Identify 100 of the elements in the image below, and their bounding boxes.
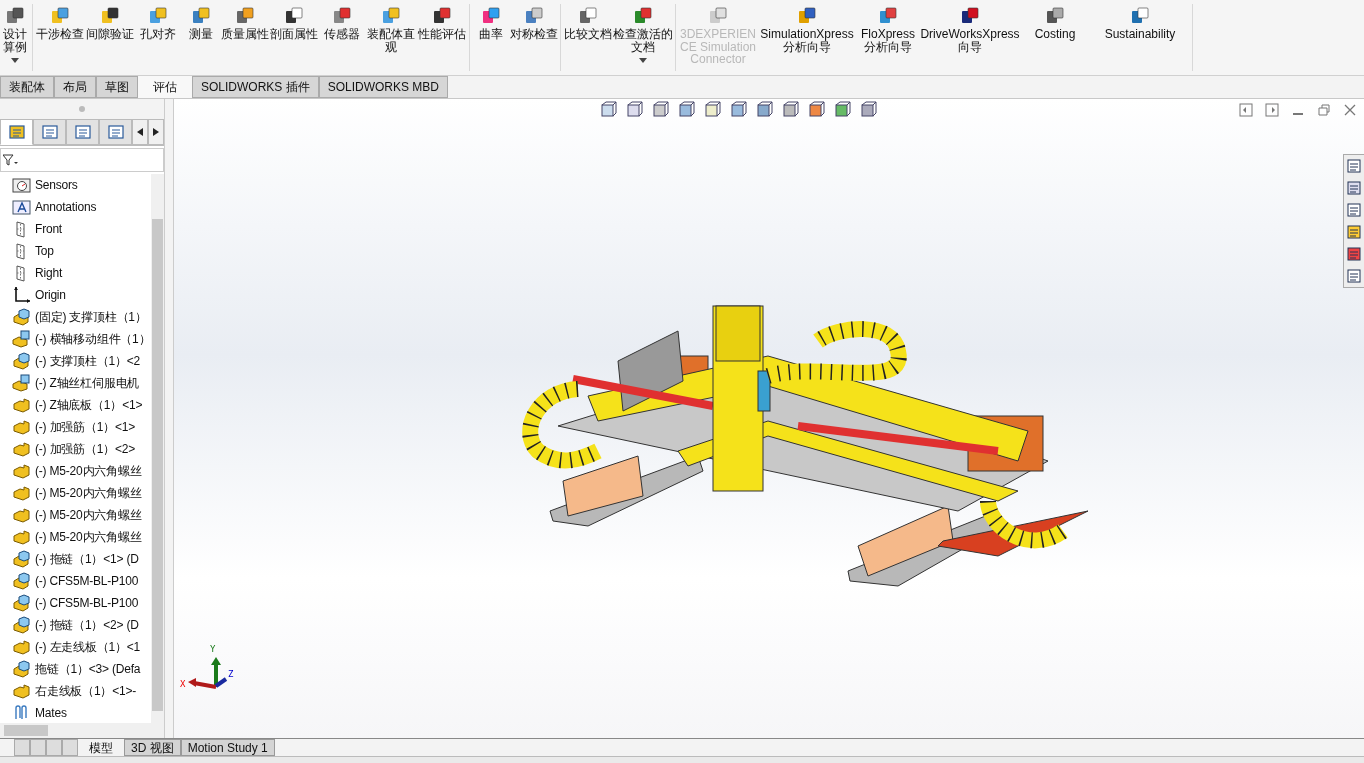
panel-tab[interactable]: [33, 119, 66, 145]
tree-item[interactable]: (-) 拖链（1）<1> (D: [0, 548, 151, 570]
ribbon-button[interactable]: 孔对齐: [135, 0, 181, 75]
ribbon-button[interactable]: 剖面属性: [269, 0, 319, 75]
view-tool-icon[interactable]: [625, 101, 645, 119]
tile-left-icon[interactable]: [1238, 103, 1254, 117]
tool-icon: [191, 6, 211, 26]
command-tab[interactable]: SOLIDWORKS MBD: [318, 76, 449, 98]
ribbon-button[interactable]: Costing: [1020, 0, 1090, 75]
ribbon-button[interactable]: 传感器: [319, 0, 365, 75]
tree-item[interactable]: (固定) 支撑顶柱（1）: [0, 306, 151, 328]
left-arrow-icon: [137, 128, 143, 136]
tool-icon: [284, 6, 304, 26]
view-tool-icon[interactable]: [807, 101, 827, 119]
ribbon-button[interactable]: 比较文档: [563, 0, 613, 75]
command-tab[interactable]: 草图: [96, 76, 138, 98]
panel-tab[interactable]: [0, 119, 33, 145]
view-tool-icon[interactable]: [755, 101, 775, 119]
ribbon-button[interactable]: FloXpress 分析向导: [856, 0, 920, 75]
tree-item[interactable]: 拖链（1）<3> (Defa: [0, 658, 151, 680]
y-axis-label: Y: [210, 644, 216, 654]
tree-item[interactable]: (-) M5-20内六角螺丝: [0, 482, 151, 504]
ribbon-button[interactable]: 检查激活的文档: [613, 0, 673, 75]
close-icon[interactable]: [1342, 103, 1358, 117]
tree-item[interactable]: (-) Z轴底板（1）<1>: [0, 394, 151, 416]
ribbon-button[interactable]: SimulationXpress 分析向导: [758, 0, 856, 75]
view-tool-icon[interactable]: [781, 101, 801, 119]
tree-item[interactable]: (-) 加强筋（1）<2>: [0, 438, 151, 460]
tree-item[interactable]: (-) 横轴移动组件（1）: [0, 328, 151, 350]
ribbon-button[interactable]: 质量属性: [221, 0, 269, 75]
scroll-left-button[interactable]: [132, 119, 148, 145]
document-tab[interactable]: 3D 视图: [124, 739, 181, 756]
tree-item[interactable]: Annotations: [0, 196, 151, 218]
tool-icon: [878, 6, 898, 26]
z-axis-label: Z: [228, 669, 234, 679]
command-tab[interactable]: 装配体: [0, 76, 54, 98]
tool-icon: [5, 6, 25, 26]
view-tool-icon[interactable]: [677, 101, 697, 119]
ribbon-button[interactable]: 装配体直观: [365, 0, 417, 75]
task-pane-tab-icon[interactable]: [1346, 201, 1362, 219]
tool-icon: [235, 6, 255, 26]
ribbon-button[interactable]: DriveWorksXpress 向导: [920, 0, 1020, 75]
ribbon-button[interactable]: 测量: [181, 0, 221, 75]
tree-item[interactable]: (-) 左走线板（1）<1: [0, 636, 151, 658]
tree-item[interactable]: (-) 拖链（1）<2> (D: [0, 614, 151, 636]
tree-item[interactable]: Mates: [0, 702, 151, 723]
ribbon-button[interactable]: 设计算例: [0, 0, 30, 75]
view-tool-icon[interactable]: [599, 101, 619, 119]
tile-right-icon[interactable]: [1264, 103, 1280, 117]
task-pane-tab-icon[interactable]: [1346, 157, 1362, 175]
view-tool-icon[interactable]: [729, 101, 749, 119]
ribbon-button[interactable]: 性能评估: [417, 0, 467, 75]
tree-item[interactable]: (-) M5-20内六角螺丝: [0, 504, 151, 526]
view-tool-icon[interactable]: [833, 101, 853, 119]
tree-item[interactable]: Right: [0, 262, 151, 284]
grip-icon[interactable]: [79, 106, 85, 112]
tree-item[interactable]: (-) M5-20内六角螺丝: [0, 526, 151, 548]
command-tab[interactable]: 评估: [138, 76, 192, 98]
ribbon-button[interactable]: 对称检查: [510, 0, 558, 75]
panel-tab[interactable]: [66, 119, 99, 145]
ribbon-button[interactable]: 曲率: [472, 0, 510, 75]
scroll-right-button[interactable]: [148, 119, 164, 145]
tree-item[interactable]: (-) 加强筋（1）<1>: [0, 416, 151, 438]
task-pane-tab-icon[interactable]: [1346, 245, 1362, 263]
right-arrow-icon: [153, 128, 159, 136]
command-tab[interactable]: SOLIDWORKS 插件: [192, 76, 319, 98]
task-pane-tab-icon[interactable]: [1346, 223, 1362, 241]
ribbon-button[interactable]: 干涉检查: [35, 0, 85, 75]
restore-icon[interactable]: [1316, 103, 1332, 117]
tool-icon: [633, 6, 653, 26]
tree-item[interactable]: 右走线板（1）<1>-: [0, 680, 151, 702]
tool-icon: [524, 6, 544, 26]
tool-icon: [432, 6, 452, 26]
tool-icon: [148, 6, 168, 26]
document-tab[interactable]: Motion Study 1: [180, 739, 275, 756]
vertical-scrollbar[interactable]: [151, 174, 164, 723]
horizontal-scrollbar[interactable]: [0, 723, 164, 738]
tree-item[interactable]: (-) M5-20内六角螺丝: [0, 460, 151, 482]
tree-item[interactable]: Origin: [0, 284, 151, 306]
panel-icon: [7, 123, 26, 141]
tool-icon: [578, 6, 598, 26]
ribbon-button[interactable]: Sustainability: [1090, 0, 1190, 75]
filter-field[interactable]: [0, 148, 164, 172]
view-tool-icon[interactable]: [859, 101, 879, 119]
tree-item[interactable]: Front: [0, 218, 151, 240]
tool-icon: [332, 6, 352, 26]
ribbon-button[interactable]: 间隙验证: [85, 0, 135, 75]
tree-item[interactable]: (-) CFS5M-BL-P100: [0, 570, 151, 592]
tree-item[interactable]: (-) 支撑顶柱（1）<2: [0, 350, 151, 372]
view-tool-icon[interactable]: [651, 101, 671, 119]
tool-icon: [381, 6, 401, 26]
tool-icon: [1130, 6, 1150, 26]
view-tool-icon[interactable]: [703, 101, 723, 119]
command-tab[interactable]: 布局: [54, 76, 96, 98]
tree-item[interactable]: (-) Z轴丝杠伺服电机: [0, 372, 151, 394]
task-pane-tab-icon[interactable]: [1346, 179, 1362, 197]
tree-item[interactable]: Sensors: [0, 174, 151, 196]
tree-item[interactable]: Top: [0, 240, 151, 262]
task-pane-tab-icon[interactable]: [1346, 267, 1362, 285]
tree-item[interactable]: (-) CFS5M-BL-P100: [0, 592, 151, 614]
